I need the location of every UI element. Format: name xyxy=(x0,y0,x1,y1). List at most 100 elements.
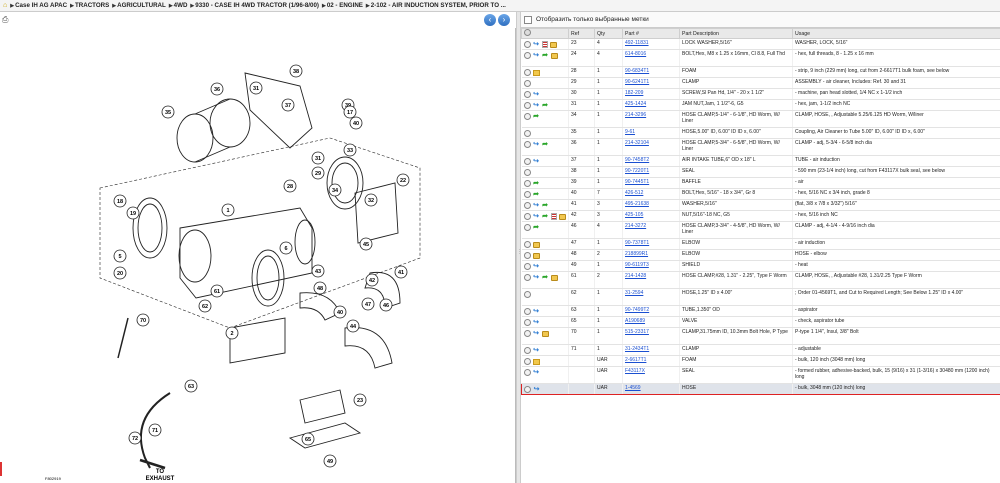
document-icon[interactable] xyxy=(541,41,548,48)
table-row[interactable]: ↪ 37 1 90-7458T2 AIR INTAKE TUBE,6" OD x 18"… xyxy=(521,155,1000,167)
home-icon[interactable]: ⌂ xyxy=(3,2,7,9)
package-icon[interactable] xyxy=(550,274,558,281)
share-arrow-icon[interactable]: ↪ xyxy=(533,158,540,165)
table-row[interactable]: ↪ 23 4 492-11831 LOCK WASHER,5/16" WASHER, LO… xyxy=(521,38,1000,50)
callout-label[interactable]: 22 xyxy=(400,178,406,184)
callout-label[interactable]: 37 xyxy=(285,103,291,109)
package-icon[interactable] xyxy=(550,52,558,59)
header-part[interactable]: Part # xyxy=(622,28,680,39)
info-icon[interactable] xyxy=(523,330,531,337)
table-row[interactable]: ↪ ➦ 42 3 425-105 NUT,5/16"-18 NC, G5- hex, 5/… xyxy=(521,210,1000,222)
part-number-link[interactable]: 214-3272 xyxy=(625,223,646,229)
table-row[interactable]: ↪ ➦ 61 2 214-1428 HOSE CLAMP,#28, 1.31" - 2.2… xyxy=(521,271,1000,289)
table-row[interactable]: ↪ 71 1 31-2434T1 CLAMP - adjustable xyxy=(521,344,1000,356)
callout-label[interactable]: 5 xyxy=(118,254,121,260)
table-row[interactable]: 28 1 90-6834T1 FOAM - strip, 9 inch (229 mm)… xyxy=(521,66,1000,78)
info-icon[interactable] xyxy=(523,141,531,148)
breadcrumb-item[interactable]: 4WD xyxy=(174,2,188,9)
package-icon[interactable] xyxy=(541,330,549,337)
callout-label[interactable]: 20 xyxy=(117,271,123,277)
callout-label[interactable]: 62 xyxy=(202,304,208,310)
info-icon[interactable] xyxy=(523,102,531,109)
cell-part-number[interactable]: 90-7220T1 xyxy=(622,166,680,178)
callout-label[interactable]: 35 xyxy=(165,110,171,116)
table-row[interactable]: ➦ 40 7 426-512 BOLT,Hex, 5/16" - 18 x 3/4", … xyxy=(521,188,1000,200)
green-arrow-icon[interactable]: ➦ xyxy=(542,141,549,148)
share-arrow-icon[interactable]: ↪ xyxy=(533,213,540,220)
callout-label[interactable]: 65 xyxy=(305,437,311,443)
table-row[interactable]: ➦ 46 4 214-3272 HOSE CLAMP,3-3/4" - 4-5/8", … xyxy=(521,221,1000,239)
part-number-link[interactable]: 31-2594 xyxy=(625,290,643,296)
cell-part-number[interactable]: 214-3272 xyxy=(622,221,680,239)
table-row[interactable]: ↪ ➦ 24 4 614-8016 BOLT,Hex, M8 x 1.25 x 16mm,… xyxy=(521,49,1000,67)
cell-part-number[interactable]: 2-6617T1 xyxy=(622,355,680,367)
note-icon[interactable] xyxy=(532,69,540,76)
part-number-link[interactable]: 90-6119T3 xyxy=(625,262,649,268)
green-arrow-icon[interactable]: ➦ xyxy=(533,191,540,198)
callout-label[interactable]: 31 xyxy=(315,156,321,162)
share-arrow-icon[interactable]: ↪ xyxy=(533,386,540,393)
share-arrow-icon[interactable]: ↪ xyxy=(533,41,540,48)
table-row[interactable]: ↪ 63 1 90-7499T2 TUBE,1.350" OD - aspirator xyxy=(521,305,1000,317)
part-number-link[interactable]: 218899R1 xyxy=(625,251,648,257)
cell-part-number[interactable]: 218899R1 xyxy=(622,249,680,261)
share-arrow-icon[interactable]: ↪ xyxy=(533,347,540,354)
green-arrow-icon[interactable]: ➦ xyxy=(542,52,549,59)
share-arrow-icon[interactable]: ↪ xyxy=(533,102,540,109)
part-number-link[interactable]: 492-11831 xyxy=(625,40,649,46)
callout-label[interactable]: 19 xyxy=(130,211,136,217)
part-number-link[interactable]: 90-7445T1 xyxy=(625,179,649,185)
part-number-link[interactable]: 90-6241T1 xyxy=(625,79,649,85)
cell-part-number[interactable]: 90-6834T1 xyxy=(622,66,680,78)
table-row[interactable]: ↪ ➦ 31 1 425-1424 JAM NUT,Jam, 1 1/2"-6, G5- … xyxy=(521,99,1000,111)
breadcrumb-item[interactable]: TRACTORS xyxy=(75,2,109,9)
part-number-link[interactable]: 495-21638 xyxy=(625,201,649,207)
part-number-link[interactable]: 90-7458T2 xyxy=(625,157,649,163)
info-icon[interactable] xyxy=(523,191,531,198)
info-icon[interactable] xyxy=(524,386,531,393)
info-icon[interactable] xyxy=(523,80,531,87)
package-icon[interactable] xyxy=(558,213,566,220)
breadcrumb-item[interactable]: 9330 - CASE IH 4WD TRACTOR (1/96-8/00) xyxy=(195,2,319,9)
cell-part-number[interactable]: 1-4569 xyxy=(622,383,680,395)
callout-label[interactable]: 49 xyxy=(327,459,333,465)
callout-label[interactable]: 71 xyxy=(152,428,158,434)
info-icon[interactable] xyxy=(523,213,531,220)
share-arrow-icon[interactable]: ↪ xyxy=(533,308,540,315)
table-row[interactable]: 38 1 90-7220T1 SEAL - 590 mm (23-1/4 inch) l… xyxy=(521,166,1000,178)
table-row[interactable]: ↪ UAR 1-4569 HOSE - bulk, 3048 mm (120 inch)… xyxy=(521,383,1000,395)
cell-part-number[interactable]: 614-8016 xyxy=(622,49,680,67)
callout-label[interactable]: 70 xyxy=(140,318,146,324)
info-icon[interactable] xyxy=(523,263,531,270)
callout-label[interactable]: 17 xyxy=(347,110,353,116)
document-icon[interactable] xyxy=(550,213,557,220)
info-icon[interactable] xyxy=(523,252,531,259)
part-number-link[interactable]: 515-23317 xyxy=(625,329,649,335)
cell-part-number[interactable]: 9-61 xyxy=(622,127,680,139)
part-number-link[interactable]: 425-105 xyxy=(625,212,643,218)
info-icon[interactable] xyxy=(523,69,531,76)
cell-part-number[interactable]: 182-209 xyxy=(622,88,680,100)
breadcrumb-item[interactable]: 02 - ENGINE xyxy=(327,2,363,9)
callout-label[interactable]: 32 xyxy=(368,198,374,204)
info-icon[interactable] xyxy=(523,347,531,354)
cell-part-number[interactable]: 214-32104 xyxy=(622,138,680,156)
callout-label[interactable]: 46 xyxy=(383,303,389,309)
part-number-link[interactable]: 90-7499T2 xyxy=(625,307,649,313)
table-row[interactable]: 29 1 90-6241T1 CLAMP ASSEMBLY - air cleaner,… xyxy=(521,77,1000,89)
callout-label[interactable]: 47 xyxy=(365,302,371,308)
cell-part-number[interactable]: 214-1428 xyxy=(622,271,680,289)
table-row[interactable]: ↪ UAR F43117X SEAL - formed rubber, adhesive… xyxy=(521,366,1000,384)
info-icon[interactable] xyxy=(523,224,531,231)
part-number-link[interactable]: 90-7378T1 xyxy=(625,240,649,246)
breadcrumb-item[interactable]: 2-102 - AIR INDUCTION SYSTEM, PRIOR TO .… xyxy=(371,2,506,9)
cell-part-number[interactable]: 90-7445T1 xyxy=(622,177,680,189)
part-number-link[interactable]: 2-6617T1 xyxy=(625,357,646,363)
table-row[interactable]: ↪ 49 1 90-6119T3 SHIELD - heat xyxy=(521,260,1000,272)
callout-label[interactable]: 1 xyxy=(226,208,229,214)
previous-page-button[interactable]: ‹ xyxy=(484,13,496,26)
breadcrumb-item[interactable]: Case IH AG APAC xyxy=(15,2,67,9)
callout-label[interactable]: 44 xyxy=(350,324,357,330)
green-arrow-icon[interactable]: ➦ xyxy=(542,274,549,281)
info-icon[interactable] xyxy=(523,202,531,209)
